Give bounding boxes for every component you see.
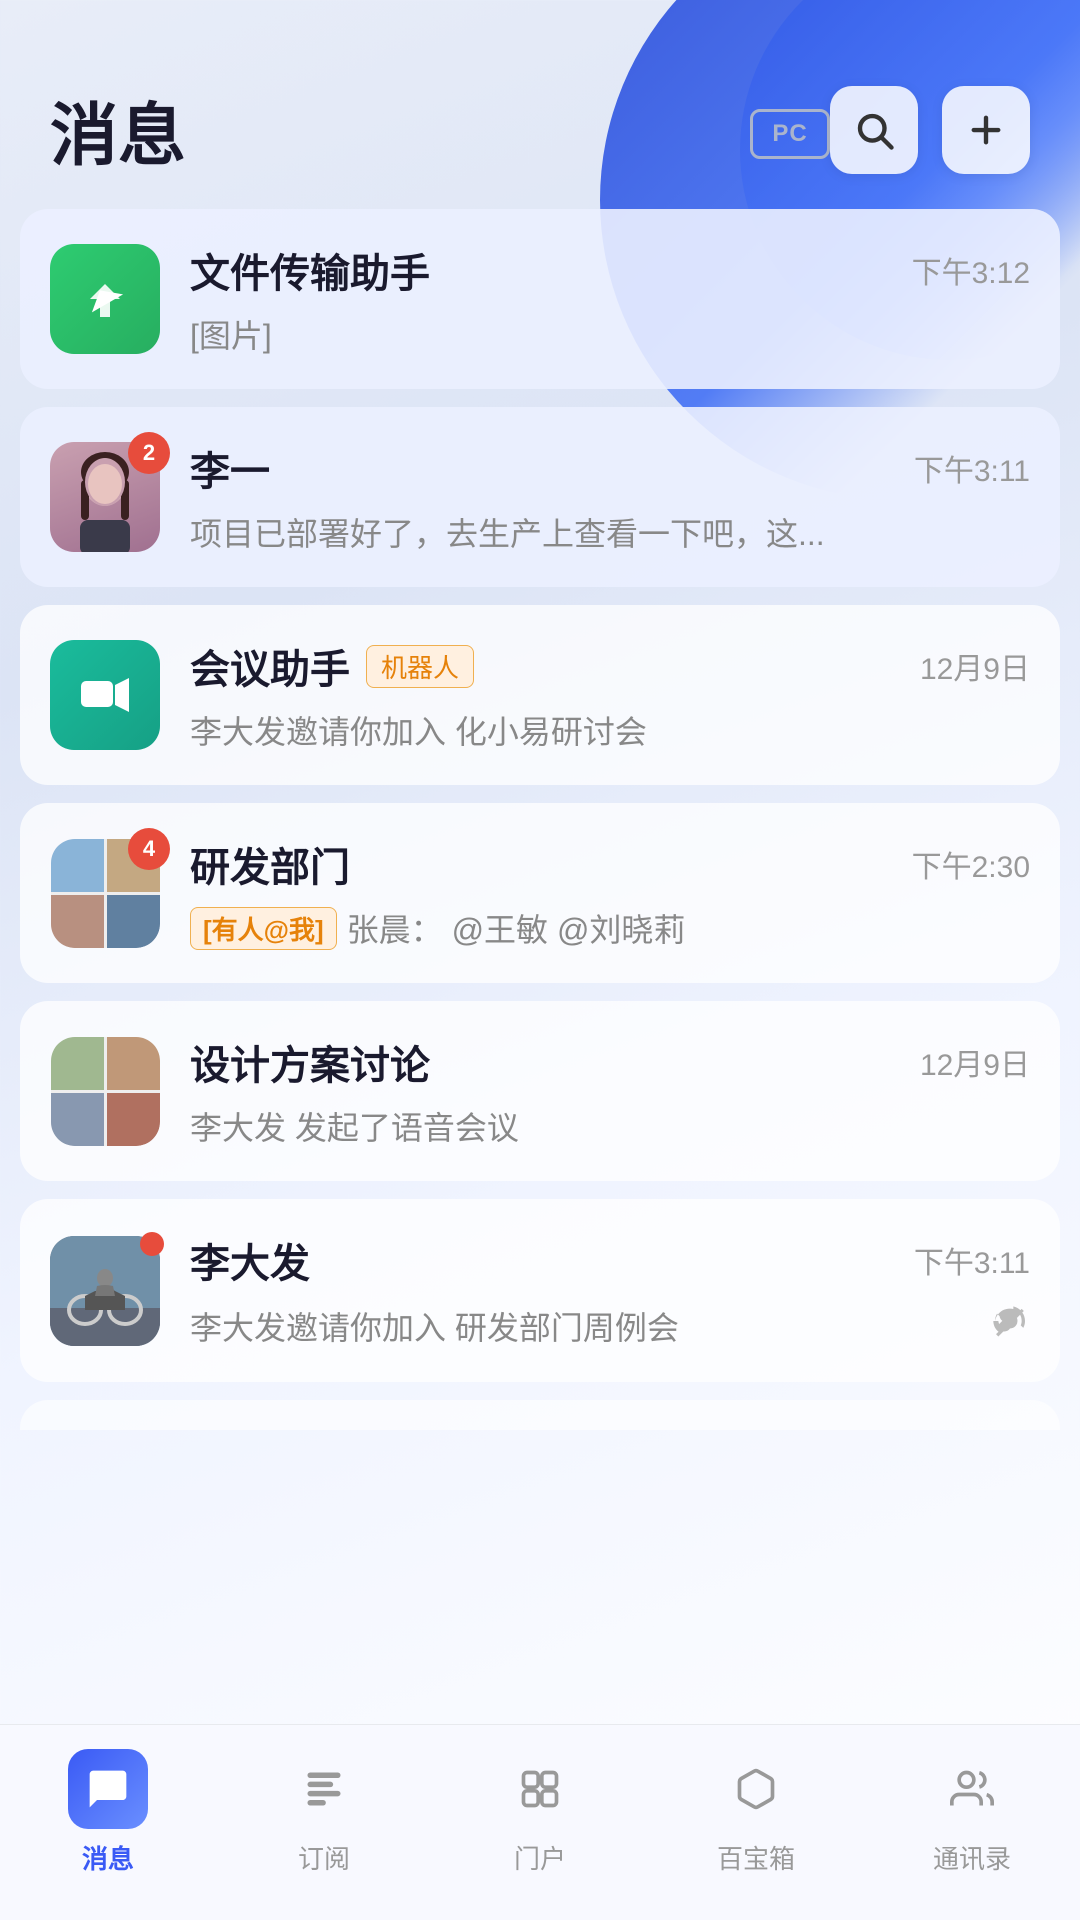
nav-label-subscriptions: 订阅 xyxy=(298,1839,350,1876)
message-preview: 李大发邀请你加入 化小易研讨会 xyxy=(190,707,1030,753)
avatar xyxy=(50,1036,160,1146)
avatar xyxy=(50,244,160,354)
bottom-nav: 消息 订阅 门户 xyxy=(0,1724,1080,1920)
nav-label-contacts: 通讯录 xyxy=(933,1839,1011,1876)
avatar: 4 xyxy=(50,838,160,948)
toolbox-nav-icon xyxy=(716,1749,796,1829)
nav-item-subscriptions[interactable]: 订阅 xyxy=(216,1749,432,1876)
contact-name: 文件传输助手 xyxy=(190,241,430,299)
messages-nav-icon xyxy=(68,1749,148,1829)
avatar xyxy=(50,1236,160,1346)
message-content: 李大发 下午3:11 李大发邀请你加入 研发部门周例会 xyxy=(190,1231,1030,1350)
pc-badge: PC xyxy=(750,109,830,159)
message-content: 文件传输助手 下午3:12 [图片] xyxy=(190,241,1030,357)
contacts-nav-icon xyxy=(932,1749,1012,1829)
at-me-badge: [有人@我] xyxy=(190,907,337,950)
list-item[interactable]: 李大发 下午3:11 李大发邀请你加入 研发部门周例会 xyxy=(20,1199,1060,1382)
avatar xyxy=(50,640,160,750)
message-preview: 李大发 发起了语音会议 xyxy=(190,1103,1030,1149)
add-button[interactable] xyxy=(942,86,1030,174)
mute-icon xyxy=(990,1301,1030,1350)
search-button[interactable] xyxy=(830,86,918,174)
message-preview: [有人@我] 张晨： @王敏 @刘晓莉 xyxy=(190,905,1030,951)
message-content: 李一 下午3:11 项目已部署好了，去生产上查看一下吧，这... xyxy=(190,439,1030,555)
robot-badge: 机器人 xyxy=(366,645,474,688)
nav-item-toolbox[interactable]: 百宝箱 xyxy=(648,1749,864,1876)
message-time: 下午3:11 xyxy=(914,446,1030,490)
unread-badge: 4 xyxy=(128,828,170,870)
nav-item-messages[interactable]: 消息 xyxy=(0,1749,216,1876)
message-list: 文件传输助手 下午3:12 [图片] xyxy=(0,209,1080,1724)
message-time: 12月9日 xyxy=(920,1040,1030,1084)
list-item[interactable]: 2 李一 下午3:11 项目已部署好了，去生产上查看一下吧，这... xyxy=(20,407,1060,587)
nav-item-contacts[interactable]: 通讯录 xyxy=(864,1749,1080,1876)
page-title: 消息 xyxy=(50,80,732,179)
list-item[interactable]: 设计方案讨论 12月9日 李大发 发起了语音会议 xyxy=(20,1001,1060,1181)
message-time: 下午2:30 xyxy=(912,842,1030,886)
avatar: 2 xyxy=(50,442,160,552)
header: 消息 PC xyxy=(0,0,1080,209)
contact-name: 李大发 xyxy=(190,1231,310,1289)
contact-name: 李一 xyxy=(190,439,270,497)
nav-label-messages: 消息 xyxy=(82,1839,134,1876)
list-item[interactable]: 4 研发部门 下午2:30 [有人@我] 张晨： @王敏 @刘晓莉 xyxy=(20,803,1060,983)
message-time: 12月9日 xyxy=(920,644,1030,688)
subscriptions-nav-icon xyxy=(284,1749,364,1829)
message-content: 研发部门 下午2:30 [有人@我] 张晨： @王敏 @刘晓莉 xyxy=(190,835,1030,951)
nav-label-toolbox: 百宝箱 xyxy=(717,1839,795,1876)
dot-badge xyxy=(140,1232,164,1256)
message-content: 会议助手 机器人 12月9日 李大发邀请你加入 化小易研讨会 xyxy=(190,637,1030,753)
message-preview: [图片] xyxy=(190,311,1030,357)
nav-label-portal: 门户 xyxy=(514,1839,566,1876)
message-preview: 李大发邀请你加入 研发部门周例会 xyxy=(190,1301,1030,1350)
contact-name: 研发部门 xyxy=(190,835,350,893)
nav-item-portal[interactable]: 门户 xyxy=(432,1749,648,1876)
list-item[interactable]: 文件传输助手 下午3:12 [图片] xyxy=(20,209,1060,389)
header-icons xyxy=(830,86,1030,174)
message-time: 下午3:12 xyxy=(912,248,1030,292)
contact-name: 设计方案讨论 xyxy=(190,1033,430,1091)
contact-name: 会议助手 xyxy=(190,637,350,695)
message-time: 下午3:11 xyxy=(914,1238,1030,1282)
portal-nav-icon xyxy=(500,1749,580,1829)
message-preview: 项目已部署好了，去生产上查看一下吧，这... xyxy=(190,509,1030,555)
message-content: 设计方案讨论 12月9日 李大发 发起了语音会议 xyxy=(190,1033,1030,1149)
unread-badge: 2 xyxy=(128,432,170,474)
list-item[interactable]: 会议助手 机器人 12月9日 李大发邀请你加入 化小易研讨会 xyxy=(20,605,1060,785)
